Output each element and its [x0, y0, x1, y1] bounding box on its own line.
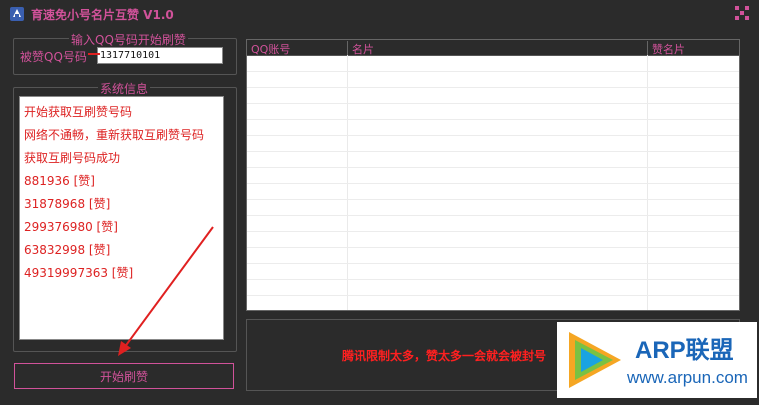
- table-row-divider: [247, 247, 739, 248]
- column-header-qq[interactable]: QQ账号: [247, 41, 347, 56]
- play-logo-icon: [569, 332, 621, 388]
- table-header: QQ账号 名片 赞名片: [247, 40, 739, 56]
- table-row-divider: [247, 167, 739, 168]
- log-line: 881936 [赞]: [24, 174, 95, 188]
- table-row-divider: [247, 119, 739, 120]
- warning-notice: 腾讯限制太多，赞太多一会就会被封号: [342, 349, 547, 363]
- table-row-divider: [247, 103, 739, 104]
- table-row-divider: [247, 183, 739, 184]
- qq-number-input[interactable]: 1317710101: [97, 47, 223, 64]
- watermark-url: www.arpun.com: [627, 368, 748, 387]
- column-header-card[interactable]: 名片: [347, 41, 647, 56]
- log-line: 获取互刷号码成功: [24, 151, 121, 165]
- table-row-divider: [247, 71, 739, 72]
- close-icon[interactable]: [733, 4, 751, 22]
- table-row-divider: [247, 151, 739, 152]
- system-log: 开始获取互刷赞号码 网络不通畅，重新获取互刷赞号码 获取互刷号码成功 88193…: [19, 96, 224, 340]
- results-table[interactable]: QQ账号 名片 赞名片: [246, 39, 740, 311]
- log-line: 49319997363 [赞]: [24, 266, 134, 280]
- log-line: 开始获取互刷赞号码: [24, 105, 133, 119]
- table-row-divider: [247, 199, 739, 200]
- table-row-divider: [247, 87, 739, 88]
- title-bar: 育速免小号名片互赞 V1.0: [0, 0, 759, 28]
- system-info-legend: 系统信息: [98, 80, 151, 97]
- table-row-divider: [247, 263, 739, 264]
- app-icon: [10, 7, 24, 21]
- start-like-button[interactable]: 开始刷赞: [14, 363, 234, 389]
- qq-number-label: 被赞QQ号码: [20, 50, 87, 64]
- window-title: 育速免小号名片互赞 V1.0: [31, 8, 174, 22]
- table-row-divider: [247, 215, 739, 216]
- column-header-liked-card[interactable]: 赞名片: [647, 41, 737, 56]
- table-row-divider: [247, 279, 739, 280]
- table-row-divider: [247, 295, 739, 296]
- qq-input-group-legend: 输入QQ号码开始刷赞: [69, 31, 188, 48]
- log-line: 31878968 [赞]: [24, 197, 111, 211]
- log-line: 63832998 [赞]: [24, 243, 111, 257]
- watermark: ARP联盟 www.arpun.com: [557, 322, 757, 398]
- watermark-brand: ARP联盟: [635, 337, 734, 364]
- table-row-divider: [247, 231, 739, 232]
- log-line: 299376980 [赞]: [24, 220, 118, 234]
- table-row-divider: [247, 135, 739, 136]
- log-line: 网络不通畅，重新获取互刷赞号码: [24, 128, 205, 142]
